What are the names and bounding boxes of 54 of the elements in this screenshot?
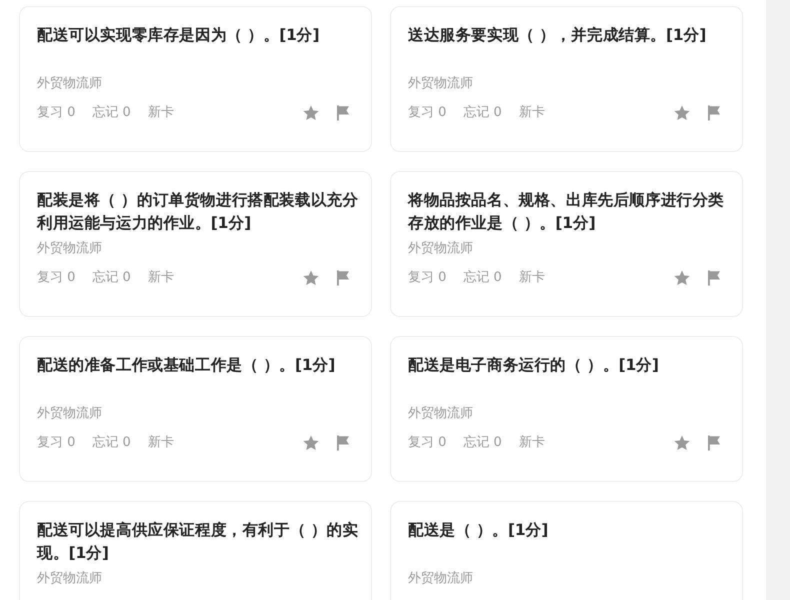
review-count: 复习 0 <box>37 434 76 452</box>
star-icon[interactable] <box>302 434 320 452</box>
question-card[interactable]: 配送是（ ）。[1分] 外贸物流师 <box>390 501 743 600</box>
question-title: 将物品按品名、规格、出库先后顺序进行分类存放的作业是（ ）。[1分] <box>408 190 726 234</box>
source-label: 外贸物流师 <box>37 570 102 588</box>
forget-count: 忘记 0 <box>463 104 502 122</box>
source-label: 外贸物流师 <box>408 405 473 423</box>
flag-icon[interactable] <box>705 104 723 122</box>
review-count: 复习 0 <box>408 104 446 122</box>
forget-count: 忘记 0 <box>463 434 502 452</box>
question-card[interactable]: 配装是将（ ）的订单货物进行搭配装载以充分利用运能与运力的作业。[1分] 外贸物流师 复习 0 忘记 0 新卡 <box>19 171 372 317</box>
card-status: 新卡 <box>518 104 545 122</box>
star-icon[interactable] <box>302 269 320 287</box>
forget-count: 忘记 0 <box>463 269 502 287</box>
star-icon[interactable] <box>302 104 320 122</box>
question-title: 配送的准备工作或基础工作是（ ）。[1分] <box>37 355 336 376</box>
card-status: 新卡 <box>148 434 174 452</box>
flag-icon[interactable] <box>705 434 723 452</box>
source-label: 外贸物流师 <box>408 570 473 588</box>
forget-count: 忘记 0 <box>92 104 131 122</box>
source-label: 外贸物流师 <box>408 240 473 258</box>
star-icon[interactable] <box>673 434 691 452</box>
question-title: 配送可以提高供应保证程度，有利于（ ）的实现。[1分] <box>37 520 360 564</box>
review-count: 复习 0 <box>408 434 446 452</box>
question-card[interactable]: 送达服务要实现（ ），并完成结算。[1分] 外贸物流师 复习 0 忘记 0 新卡 <box>390 6 743 152</box>
card-status: 新卡 <box>148 269 174 287</box>
source-label: 外贸物流师 <box>37 405 102 423</box>
review-count: 复习 0 <box>37 104 76 122</box>
question-card[interactable]: 配送的准备工作或基础工作是（ ）。[1分] 外贸物流师 复习 0 忘记 0 新卡 <box>19 336 372 482</box>
question-title: 配装是将（ ）的订单货物进行搭配装载以充分利用运能与运力的作业。[1分] <box>37 190 360 234</box>
card-status: 新卡 <box>148 104 174 122</box>
source-label: 外贸物流师 <box>37 240 102 258</box>
flag-icon[interactable] <box>334 434 352 452</box>
forget-count: 忘记 0 <box>92 434 131 452</box>
question-card[interactable]: 将物品按品名、规格、出库先后顺序进行分类存放的作业是（ ）。[1分] 外贸物流师 复习 0 忘记 0 新卡 <box>390 171 743 317</box>
star-icon[interactable] <box>673 269 691 287</box>
question-card[interactable]: 配送可以实现零库存是因为（ ）。[1分] 外贸物流师 复习 0 忘记 0 新卡 <box>19 6 372 152</box>
question-card[interactable]: 配送是电子商务运行的（ ）。[1分] 外贸物流师 复习 0 忘记 0 新卡 <box>390 336 743 482</box>
question-title: 送达服务要实现（ ），并完成结算。[1分] <box>408 25 708 46</box>
question-title: 配送可以实现零库存是因为（ ）。[1分] <box>37 25 320 46</box>
flag-icon[interactable] <box>705 269 723 287</box>
source-label: 外贸物流师 <box>37 75 102 93</box>
card-status: 新卡 <box>518 269 545 287</box>
question-title: 配送是（ ）。[1分] <box>408 520 550 541</box>
flag-icon[interactable] <box>334 104 352 122</box>
question-title: 配送是电子商务运行的（ ）。[1分] <box>408 355 660 376</box>
source-label: 外贸物流师 <box>408 75 473 93</box>
review-count: 复习 0 <box>37 269 76 287</box>
star-icon[interactable] <box>673 104 691 122</box>
flag-icon[interactable] <box>334 269 352 287</box>
card-status: 新卡 <box>518 434 545 452</box>
forget-count: 忘记 0 <box>92 269 131 287</box>
question-card[interactable]: 配送可以提高供应保证程度，有利于（ ）的实现。[1分] 外贸物流师 <box>19 501 372 600</box>
review-count: 复习 0 <box>408 269 446 287</box>
